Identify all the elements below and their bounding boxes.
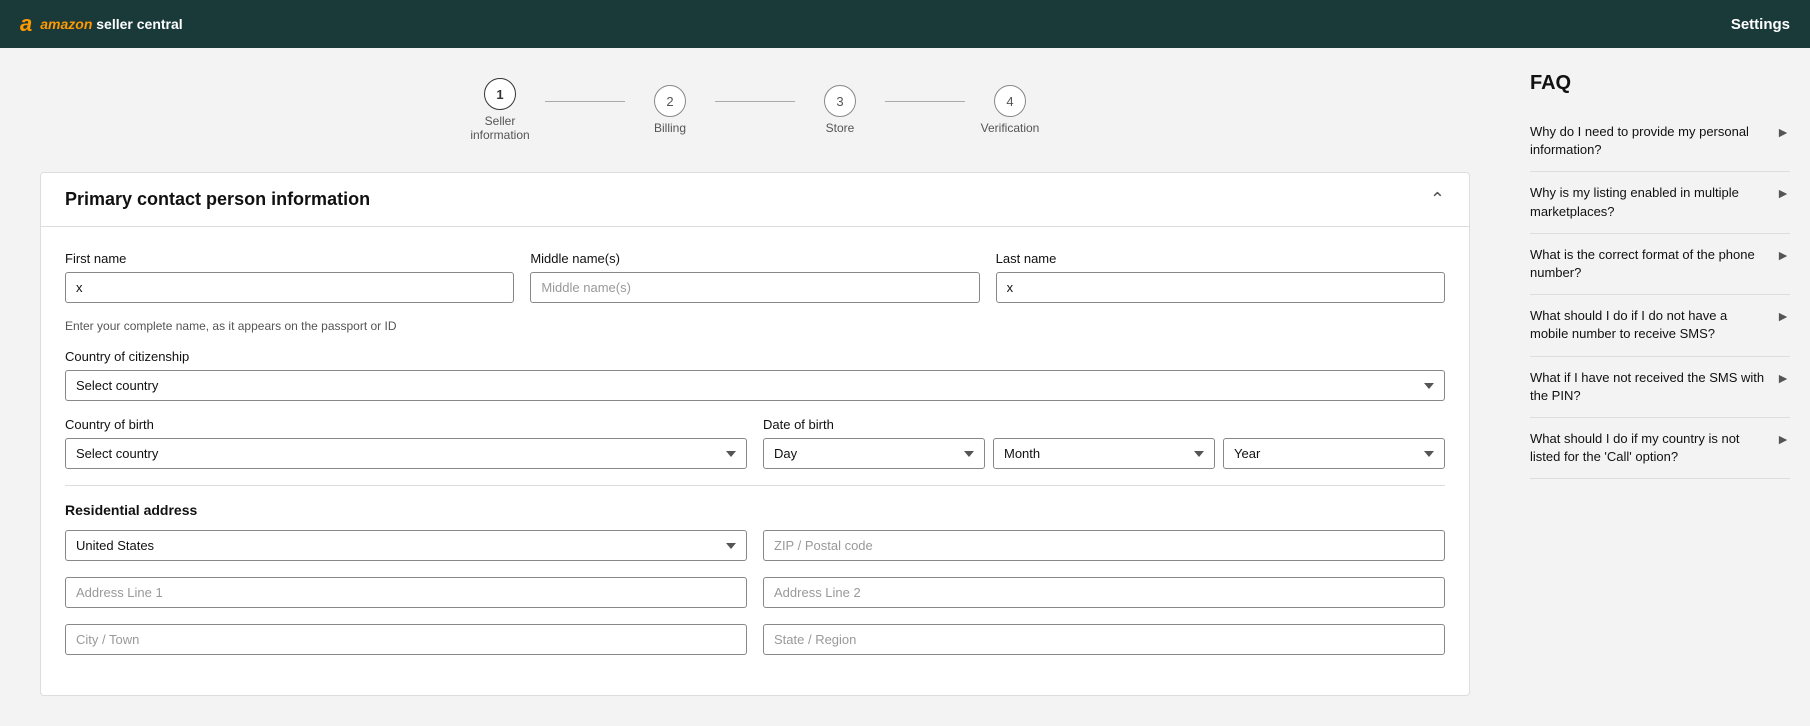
section-title: Primary contact person information — [65, 189, 370, 210]
step-1-circle: 1 — [484, 78, 516, 110]
dob-month-select[interactable]: Month January February March December — [993, 438, 1215, 469]
dob-day-select[interactable]: Day 1 2 15 31 — [763, 438, 985, 469]
faq-arrow-6: ► — [1776, 431, 1790, 447]
faq-arrow-5: ► — [1776, 370, 1790, 386]
city-state-row — [65, 624, 1445, 655]
residential-country-select[interactable]: United States Canada United Kingdom — [65, 530, 747, 561]
name-row: First name Middle name(s) Last name — [65, 251, 1445, 303]
logo: a amazon seller central — [20, 11, 183, 37]
city-group — [65, 624, 747, 655]
faq-question-2: Why is my listing enabled in multiple ma… — [1530, 184, 1776, 220]
step-line-3-4 — [885, 101, 965, 102]
faq-question-3: What is the correct format of the phone … — [1530, 246, 1776, 282]
country-zip-row: United States Canada United Kingdom — [65, 530, 1445, 561]
middle-name-label: Middle name(s) — [530, 251, 979, 266]
step-3-circle: 3 — [824, 85, 856, 117]
citizenship-label: Country of citizenship — [65, 349, 1445, 364]
faq-arrow-2: ► — [1776, 185, 1790, 201]
dob-selects: Day 1 2 15 31 Month January February Mar… — [763, 438, 1445, 469]
section-header: Primary contact person information ⌃ — [41, 173, 1469, 227]
step-4: 4 Verification — [965, 85, 1055, 135]
collapse-button[interactable]: ⌃ — [1430, 189, 1445, 210]
zip-input[interactable] — [763, 530, 1445, 561]
header: a amazon seller central Settings — [0, 0, 1810, 48]
residential-address-label: Residential address — [65, 502, 1445, 518]
faq-arrow-4: ► — [1776, 308, 1790, 324]
faq-title: FAQ — [1530, 72, 1790, 95]
faq-item-6[interactable]: What should I do if my country is not li… — [1530, 418, 1790, 479]
last-name-label: Last name — [996, 251, 1445, 266]
step-3: 3 Store — [795, 85, 885, 135]
faq-question-6: What should I do if my country is not li… — [1530, 430, 1776, 466]
middle-name-input[interactable] — [530, 272, 979, 303]
step-line-2-3 — [715, 101, 795, 102]
name-hint: Enter your complete name, as it appears … — [65, 319, 1445, 333]
main-container: 1 Sellerinformation 2 Billing 3 Store 4 … — [0, 48, 1810, 726]
zip-group — [763, 530, 1445, 561]
country-birth-group: Country of birth Select country United S… — [65, 417, 747, 469]
form-body: First name Middle name(s) Last name Ente… — [41, 227, 1469, 695]
content-area: 1 Sellerinformation 2 Billing 3 Store 4 … — [0, 48, 1510, 726]
faq-item-3[interactable]: What is the correct format of the phone … — [1530, 234, 1790, 295]
address1-input[interactable] — [65, 577, 747, 608]
address1-group — [65, 577, 747, 608]
city-input[interactable] — [65, 624, 747, 655]
dob-group: Date of birth Day 1 2 15 31 Month — [763, 417, 1445, 469]
settings-link[interactable]: Settings — [1731, 16, 1790, 33]
step-2-label: Billing — [654, 121, 686, 135]
last-name-group: Last name — [996, 251, 1445, 303]
faq-arrow-1: ► — [1776, 124, 1790, 140]
faq-sidebar: FAQ Why do I need to provide my personal… — [1510, 48, 1810, 726]
seller-central-text: seller central — [96, 16, 182, 32]
birth-date-row: Country of birth Select country United S… — [65, 417, 1445, 469]
dob-year-select[interactable]: Year 2000 1990 1980 — [1223, 438, 1445, 469]
step-4-label: Verification — [981, 121, 1040, 135]
last-name-input[interactable] — [996, 272, 1445, 303]
state-input[interactable] — [763, 624, 1445, 655]
faq-item-4[interactable]: What should I do if I do not have a mobi… — [1530, 295, 1790, 356]
dob-label: Date of birth — [763, 417, 1445, 432]
step-2: 2 Billing — [625, 85, 715, 135]
step-1: 1 Sellerinformation — [455, 78, 545, 142]
amazon-logo-icon: a — [20, 11, 32, 37]
country-birth-select[interactable]: Select country United States Canada Unit… — [65, 438, 747, 469]
address2-input[interactable] — [763, 577, 1445, 608]
first-name-label: First name — [65, 251, 514, 266]
faq-question-4: What should I do if I do not have a mobi… — [1530, 307, 1776, 343]
brand-name: amazon — [40, 16, 92, 32]
first-name-input[interactable] — [65, 272, 514, 303]
state-group — [763, 624, 1445, 655]
faq-arrow-3: ► — [1776, 247, 1790, 263]
faq-question-5: What if I have not received the SMS with… — [1530, 369, 1776, 405]
primary-contact-section: Primary contact person information ⌃ Fir… — [40, 172, 1470, 696]
step-3-label: Store — [826, 121, 855, 135]
first-name-group: First name — [65, 251, 514, 303]
step-line-1-2 — [545, 101, 625, 102]
steps-wizard: 1 Sellerinformation 2 Billing 3 Store 4 … — [40, 78, 1470, 142]
country-birth-label: Country of birth — [65, 417, 747, 432]
citizenship-group: Country of citizenship Select country Un… — [65, 349, 1445, 401]
faq-item-1[interactable]: Why do I need to provide my personal inf… — [1530, 111, 1790, 172]
middle-name-group: Middle name(s) — [530, 251, 979, 303]
step-2-circle: 2 — [654, 85, 686, 117]
residential-country-group: United States Canada United Kingdom — [65, 530, 747, 561]
logo-text: amazon seller central — [40, 16, 182, 32]
faq-item-2[interactable]: Why is my listing enabled in multiple ma… — [1530, 172, 1790, 233]
citizenship-row: Country of citizenship Select country Un… — [65, 349, 1445, 401]
address-lines-row — [65, 577, 1445, 608]
citizenship-select[interactable]: Select country United States Canada Unit… — [65, 370, 1445, 401]
address2-group — [763, 577, 1445, 608]
step-4-circle: 4 — [994, 85, 1026, 117]
section-divider — [65, 485, 1445, 486]
faq-question-1: Why do I need to provide my personal inf… — [1530, 123, 1776, 159]
faq-item-5[interactable]: What if I have not received the SMS with… — [1530, 357, 1790, 418]
step-1-label: Sellerinformation — [470, 114, 529, 142]
